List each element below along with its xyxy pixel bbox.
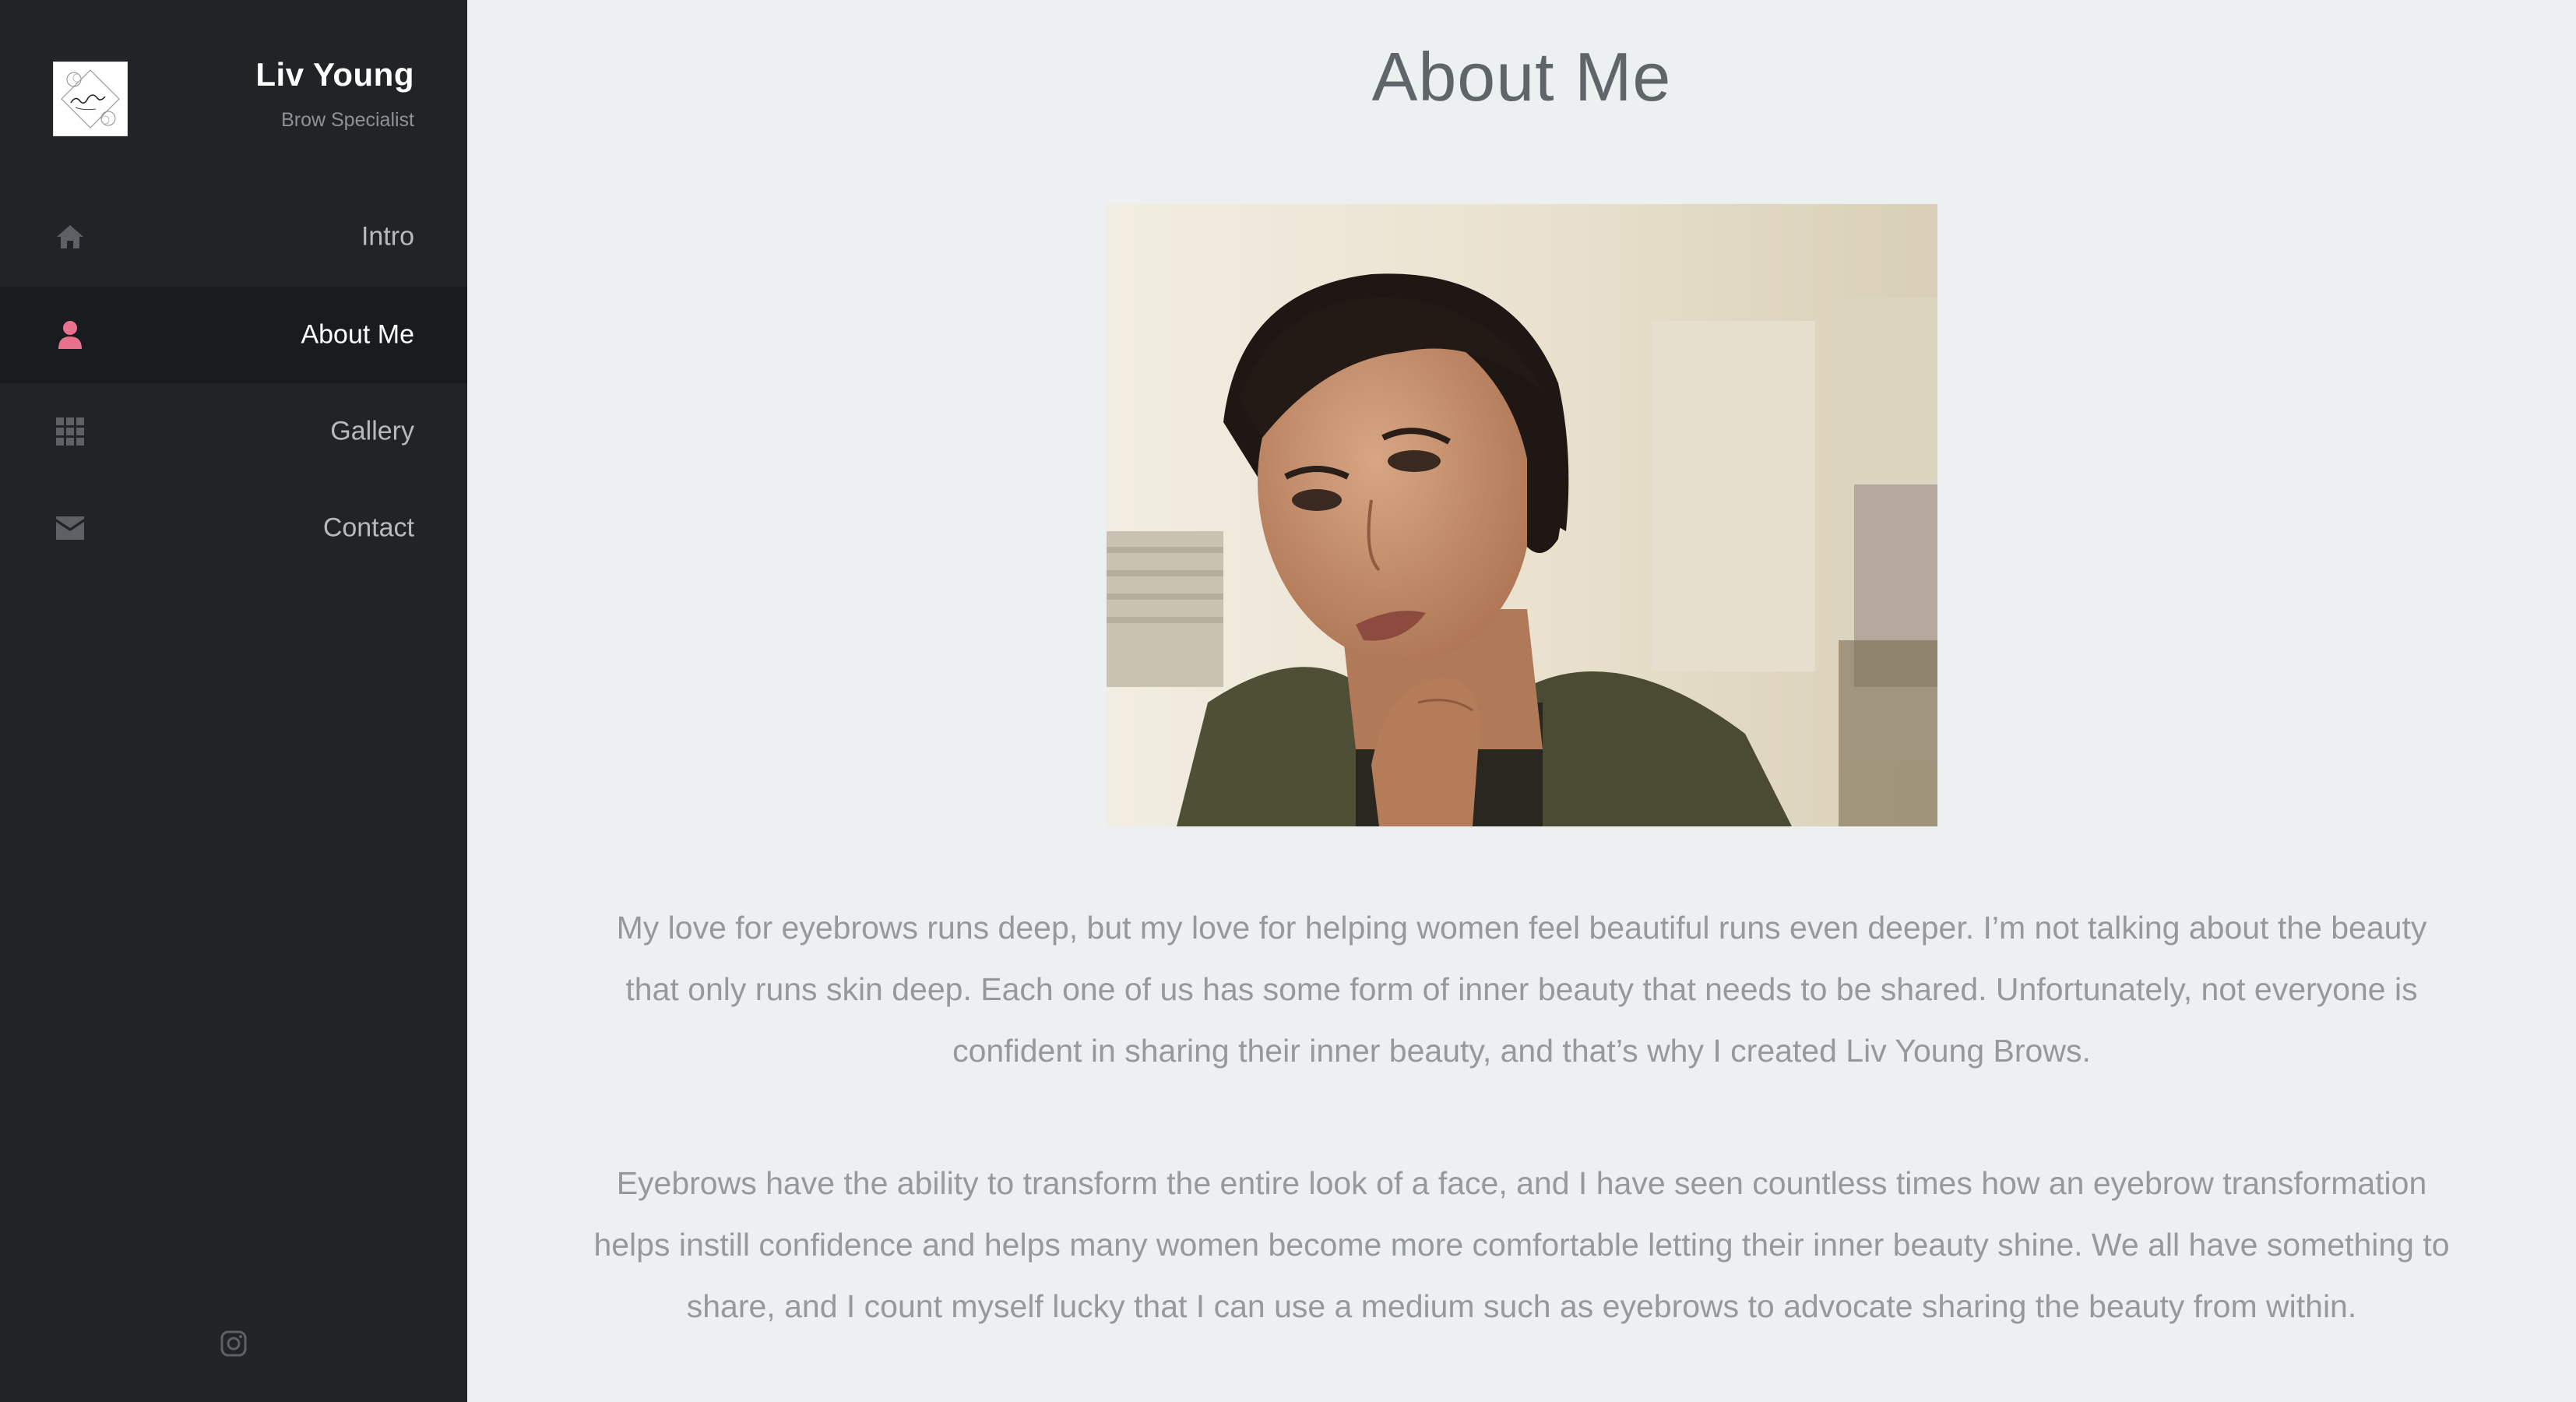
user-icon [55, 319, 86, 350]
main-content: About Me My love for eyebrows runs deep,… [467, 0, 2576, 1402]
portrait-photo [1107, 204, 1937, 826]
home-icon [55, 221, 86, 252]
brand-subtitle: Brow Specialist [281, 109, 414, 131]
about-paragraph-1: My love for eyebrows runs deep, but my l… [616, 910, 2427, 1069]
page-title: About Me [1371, 38, 1672, 115]
logo[interactable] [53, 62, 128, 136]
nav-item-intro[interactable]: Intro [0, 188, 467, 285]
about-paragraph-2: Eyebrows have the ability to transform t… [593, 1165, 2450, 1324]
sidebar: Liv Young Brow Specialist Intro About Me… [0, 0, 467, 1402]
nav-item-gallery[interactable]: Gallery [0, 383, 467, 480]
nav-item-contact[interactable]: Contact [0, 480, 467, 576]
instagram-icon[interactable] [218, 1328, 249, 1359]
nav-label-contact: Contact [322, 513, 414, 543]
nav-label-intro: Intro [361, 221, 414, 252]
brand-name: Liv Young [255, 56, 414, 93]
nav-label-gallery: Gallery [330, 416, 414, 446]
envelope-icon [55, 513, 86, 544]
grid-icon [55, 416, 86, 447]
nav-label-about-me: About Me [301, 319, 414, 350]
nav-item-about-me[interactable]: About Me [0, 287, 467, 383]
logo-graphic [61, 69, 120, 129]
